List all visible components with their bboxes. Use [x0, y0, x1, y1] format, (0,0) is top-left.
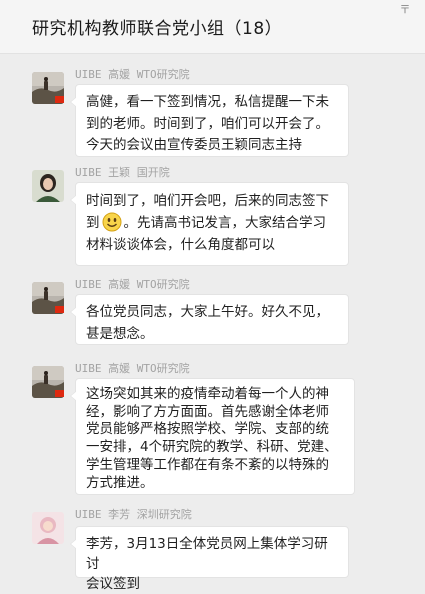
message-line: 方式推进。	[86, 474, 154, 491]
message-text: 到	[86, 215, 100, 231]
message-bubble[interactable]: 这场突如其来的疫情牵动着每一个人的神 经，影响了方方面面。首先感谢全体老师 党员…	[70, 378, 355, 495]
sender-name: UIBE 王颖 国开院	[75, 166, 170, 179]
message-line: 李芳，3月13日全体党员网上集体学习研讨	[86, 536, 328, 572]
flag-icon	[55, 306, 64, 313]
message-line: 党员能够严格按照学校、学院、支部的统	[86, 421, 329, 438]
message-line: 各位党员同志，大家上午好。好久不见，	[86, 304, 329, 320]
message-line: 经，影响了方方面面。首先感谢全体老师	[86, 403, 329, 420]
message-line: 甚是想念。	[86, 325, 154, 342]
message-line: 会议签到	[86, 576, 140, 592]
message-line: 材料谈谈体会，什么角度都可以	[86, 237, 275, 253]
message-line: 高健，看一下签到情况，私信提醒一下未	[86, 94, 329, 110]
message-line: 到的老师。时间到了，咱们可以开会了。	[86, 115, 329, 132]
sender-name: UIBE 高媛 WTO研究院	[75, 68, 190, 81]
message-line-with-emoji: 到 。先请高书记发言，大家结合学习	[86, 212, 338, 234]
chat-title-bar: 研究机构教师联合党小组（18） 〒	[0, 0, 425, 54]
message-line: 一安排，4个研究院的教学、科研、党建、	[86, 439, 338, 456]
message-text: 。先请高书记发言，大家结合学习	[123, 215, 327, 231]
flag-icon	[55, 96, 64, 103]
flag-icon	[55, 390, 64, 397]
chat-scrollbar[interactable]	[419, 54, 425, 582]
message-bubble[interactable]: 李芳，3月13日全体党员网上集体学习研讨 会议签到	[70, 526, 349, 592]
message-line: 今天的会议由宣传委员王颖同志主持	[86, 137, 302, 153]
message-bubble[interactable]: 各位党员同志，大家上午好。好久不见， 甚是想念。	[70, 294, 349, 345]
sender-name: UIBE 李芳 深圳研究院	[75, 508, 192, 521]
pin-icon[interactable]: 〒	[399, 4, 411, 16]
chat-title: 研究机构教师联合党小组（18）	[32, 19, 283, 39]
message-line: 学生管理等工作都在有条不紊的以特殊的	[86, 456, 329, 473]
avatar-lifang[interactable]	[32, 512, 64, 544]
sender-name: UIBE 高媛 WTO研究院	[75, 278, 190, 291]
message-bubble[interactable]: 高健，看一下签到情况，私信提醒一下未 到的老师。时间到了，咱们可以开会了。 今天…	[70, 84, 349, 157]
message-line: 时间到了，咱们开会吧，后来的同志签下	[86, 193, 329, 209]
message-bubble[interactable]: 时间到了，咱们开会吧，后来的同志签下 到 。先请高书记发言，大家结合学习 材料谈谈…	[70, 182, 349, 266]
smile-emoji	[102, 212, 122, 232]
message-line: 这场突如其来的疫情牵动着每一个人的神	[86, 386, 329, 402]
avatar-wangying[interactable]	[32, 170, 64, 202]
sender-name: UIBE 高媛 WTO研究院	[75, 362, 190, 375]
